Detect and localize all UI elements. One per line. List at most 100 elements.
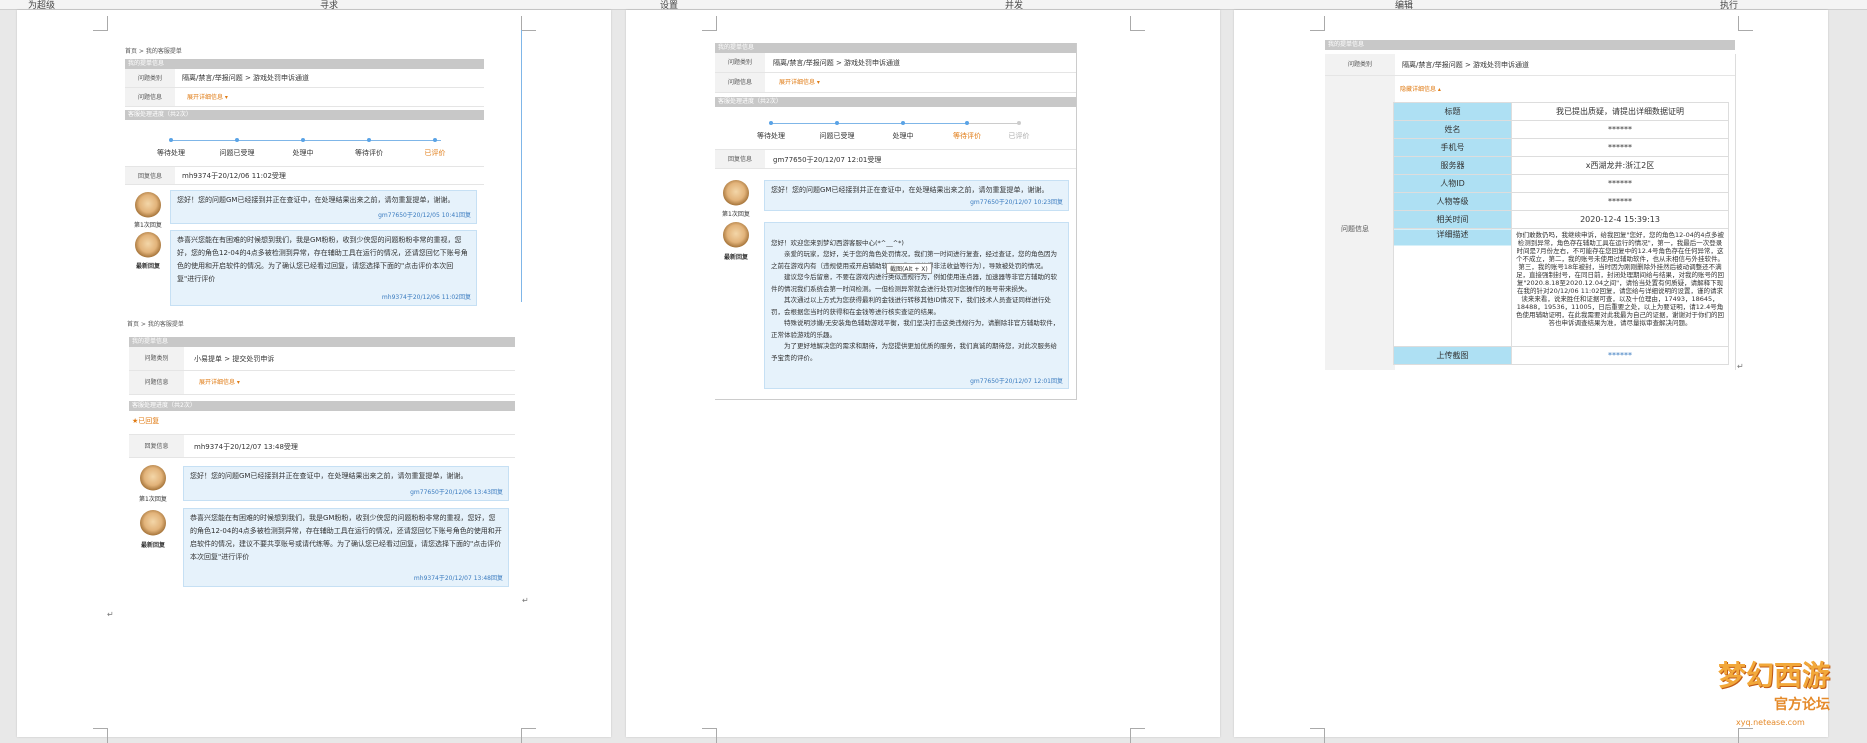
page-edge-line <box>521 30 522 302</box>
table-row: 手机号 ****** <box>1393 138 1729 157</box>
reply-text: 您好！欢迎您来到梦幻西游客服中心(*^__^*) 亲爱的玩家，您好，关于您的角色… <box>771 238 1060 362</box>
reply-bubble: 您好！您的问题GM已经接到并正在查证中，在处理结果出来之前，请勿重复提单，谢谢。… <box>764 180 1069 211</box>
detail-description: 你们敢数仍吗，我继续申诉，给我回复"您好，您的角色12-04的4点多被检测到异常… <box>1511 228 1729 347</box>
table-row: 人物ID ****** <box>1393 174 1729 193</box>
avatar-label: 第1次回复 <box>139 496 167 503</box>
step-label: 处理中 <box>892 132 914 140</box>
expand-details-link[interactable]: 展开详细信息 ▾ <box>187 88 228 106</box>
table-key: 服务器 <box>1393 156 1512 175</box>
row-value: 隔离/禁言/举报问题 > 游戏处罚申诉通道 <box>182 74 310 82</box>
page-frame-line <box>1735 54 1736 370</box>
progress-steps: 等待处理 问题已受理 处理中 等待评价 已评价 <box>125 134 484 162</box>
reply-text: 您好！您的问题GM已经接到并正在查证中，在处理结果出来之前，请勿重复提单，谢谢。 <box>190 472 468 480</box>
toolbar-item[interactable]: 寻求 <box>320 0 338 9</box>
expand-details-link[interactable]: 展开详细信息 ▾ <box>779 73 820 92</box>
step-label: 等待评价 <box>355 149 383 157</box>
reply-text: 恭喜兴您能在有困难的时候想到我们，我是GM粉粉，收到少侠您的问题粉粉非常的重视，… <box>190 514 502 561</box>
avatar-label: 第1次回复 <box>134 222 162 229</box>
section-title: 我的提单信息 <box>129 337 515 347</box>
toolbar-item[interactable]: 执行 <box>1720 0 1738 9</box>
table-key: 详细描述 <box>1393 228 1512 347</box>
toolbar-strip: 为超级 寻求 设置 并发 编辑 执行 <box>0 0 1867 10</box>
table-key: 标题 <box>1393 102 1512 121</box>
gm-avatar <box>723 180 749 206</box>
section-title: 我的提单信息 <box>715 43 1076 53</box>
table-value: x西湖龙井:浙江2区 <box>1511 156 1729 175</box>
reply-bubble: 您好！欢迎您来到梦幻西游客服中心(*^__^*) 亲爱的玩家，您好，关于您的角色… <box>764 222 1069 389</box>
gm-avatar <box>140 510 166 536</box>
table-row: 人物等级 ****** <box>1393 192 1729 211</box>
table-value: ****** <box>1511 120 1729 139</box>
reply-bubble: 恭喜兴您能在有困难的时候想到我们，我是GM粉粉，收到少侠您的问题粉粉非常的重视，… <box>170 230 477 306</box>
row-label: 问题类别 <box>129 347 184 370</box>
toolbar-item[interactable]: 设置 <box>660 0 678 9</box>
step-label: 等待处理 <box>157 149 185 157</box>
reply-bubble: 您好！您的问题GM已经接到并正在查证中，在处理结果出来之前，请勿重复提单，谢谢。… <box>170 190 477 224</box>
detail-table: 标题 我已提出质疑，请提出详细数据证明 姓名 ****** 手机号 ****** 服务… <box>1393 102 1729 365</box>
avatar-label: 最新回复 <box>724 254 749 261</box>
toolbar-item[interactable]: 编辑 <box>1395 0 1413 9</box>
avatar-label: 最新回复 <box>136 263 161 270</box>
reply-meta: mh9374于20/12/07 13:48回复 <box>413 575 503 582</box>
row-label: 问题信息 <box>125 88 175 106</box>
row-label: 回复信息 <box>715 150 765 168</box>
table-row: 上传截图 ****** <box>1393 346 1729 365</box>
reply-meta: gm77650于20/12/05 10:41回复 <box>378 212 471 219</box>
section-title: 我的提单信息 <box>1325 40 1735 50</box>
breadcrumb[interactable]: 首页 > 我的客服提单 <box>127 319 184 328</box>
paragraph-mark: ↵ <box>1737 362 1744 371</box>
section-title: 我的提单信息 <box>125 59 484 69</box>
detail-label: 详细描述 <box>1436 230 1469 239</box>
gm-avatar <box>723 222 749 248</box>
document-page-3: 我的提单信息 问题类别 隔离/禁言/举报问题 > 游戏处罚申诉通道 问题信息 隐… <box>1234 10 1828 743</box>
info-label-cell <box>1325 76 1395 370</box>
page-frame-line <box>715 399 1077 400</box>
row-label: 问题信息 <box>129 371 184 394</box>
category-row: 问题类别 隔离/禁言/举报问题 > 游戏处罚申诉通道 <box>1325 54 1735 76</box>
step-label: 问题已受理 <box>219 149 255 157</box>
row-value: gm77650于20/12/07 12:01受理 <box>773 156 882 164</box>
reply-text: 您好！您的问题GM已经接到并正在查证中，在处理结果出来之前，请勿重复提单，谢谢。 <box>177 196 455 204</box>
status-badge: ★已回复 <box>132 417 160 425</box>
gm-avatar <box>135 232 161 258</box>
row-value: mh9374于20/12/06 11:02受理 <box>182 172 286 180</box>
gm-avatar <box>135 192 161 218</box>
progress-title: 客服处理进度（共2次） <box>129 401 515 411</box>
paragraph-mark: ↵ <box>107 610 114 619</box>
table-row: 标题 我已提出质疑，请提出详细数据证明 <box>1393 102 1729 121</box>
progress-title: 客服处理进度（共2次） <box>715 97 1076 107</box>
expand-details-link[interactable]: 展开详细信息 ▾ <box>199 371 240 394</box>
row-value: 隔离/禁言/举报问题 > 游戏处罚申诉通道 <box>1402 61 1530 69</box>
upload-link[interactable]: ****** <box>1511 346 1729 365</box>
reply-meta: mh9374于20/12/06 11:02回复 <box>381 294 471 301</box>
table-key: 人物ID <box>1393 174 1512 193</box>
step-label: 等待处理 <box>757 132 785 140</box>
reply-meta: gm77650于20/12/07 12:01回复 <box>970 377 1063 385</box>
category-row: 问题类别 隔离/禁言/举报问题 > 游戏处罚申诉通道 <box>715 53 1076 73</box>
step-label: 已评价 <box>1008 132 1030 140</box>
reply-text: 恭喜兴您能在有困难的时候想到我们，我是GM粉粉，收到少侠您的问题粉粉非常的重视，… <box>177 236 468 283</box>
logo-url: xyq.netease.com <box>1736 718 1805 727</box>
forum-logo: 梦幻西游 官方论坛 xyq.netease.com <box>1716 648 1856 734</box>
table-value: 我已提出质疑，请提出详细数据证明 <box>1511 102 1729 121</box>
table-key: 人物等级 <box>1393 192 1512 211</box>
table-row: 服务器 x西湖龙井:浙江2区 <box>1393 156 1729 175</box>
row-value: 小易提单 > 提交处罚申诉 <box>194 355 275 363</box>
info-row: 问题信息 展开详细信息 ▾ <box>129 371 515 395</box>
reply-meta: gm77650于20/12/06 13:43回复 <box>410 489 503 496</box>
row-value: 隔离/禁言/举报问题 > 游戏处罚申诉通道 <box>773 59 901 67</box>
toolbar-item[interactable]: 为超级 <box>28 0 55 9</box>
toolbar-item[interactable]: 并发 <box>1005 0 1023 9</box>
collapse-details-link[interactable]: 隐藏详细信息 ▴ <box>1400 84 1441 93</box>
reply-meta: gm77650于20/12/07 10:23回复 <box>970 199 1063 206</box>
table-key: 姓名 <box>1393 120 1512 139</box>
logo-subtitle: 官方论坛 <box>1774 697 1830 713</box>
table-value: ****** <box>1511 192 1729 211</box>
breadcrumb[interactable]: 首页 > 我的客服提单 <box>125 46 182 55</box>
document-page-2: 我的提单信息 问题类别 隔离/禁言/举报问题 > 游戏处罚申诉通道 问题信息 展… <box>626 10 1220 743</box>
logo-title: 梦幻西游 <box>1718 659 1831 692</box>
category-row: 问题类别 小易提单 > 提交处罚申诉 <box>129 347 515 371</box>
step-label: 处理中 <box>292 149 314 157</box>
row-label: 问题类别 <box>125 69 175 87</box>
row-label: 问题类别 <box>715 53 765 72</box>
